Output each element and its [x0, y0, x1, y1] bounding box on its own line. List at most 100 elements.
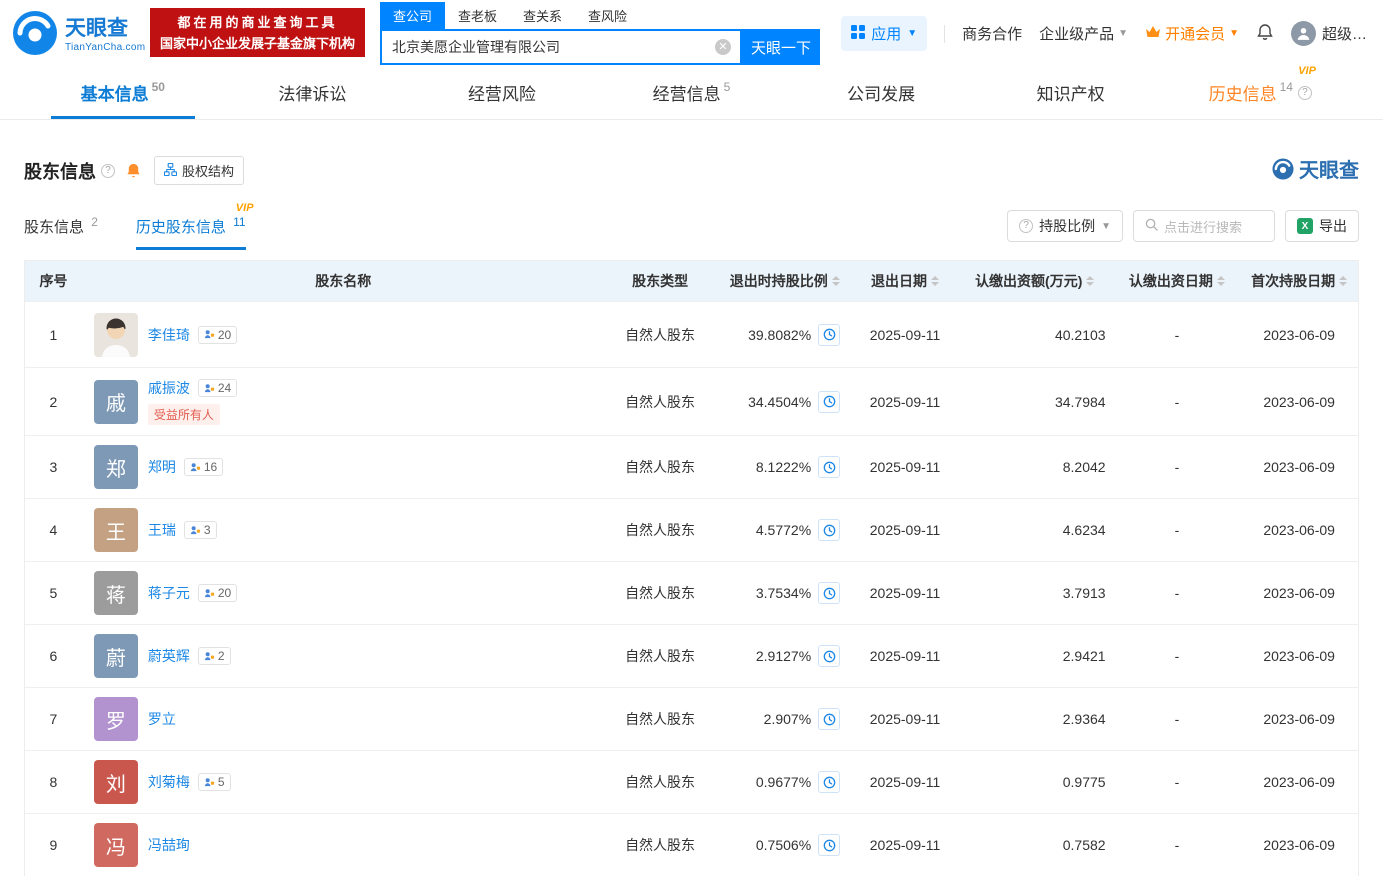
- company-nav-tabs: 基本信息 50 法律诉讼 经营风险 经营信息 5 公司发展 知识产权 历史信息 …: [0, 65, 1383, 120]
- history-clock-icon[interactable]: [818, 771, 841, 793]
- tab-basic-info[interactable]: 基本信息 50: [28, 66, 218, 119]
- history-clock-icon[interactable]: [818, 456, 841, 478]
- history-clock-icon[interactable]: [818, 582, 841, 604]
- tab-operation-info[interactable]: 经营信息 5: [597, 66, 787, 119]
- shareholder-name-link[interactable]: 郑明: [148, 457, 176, 477]
- history-clock-icon[interactable]: [818, 834, 841, 856]
- subscribed-amount: 4.6234: [1062, 522, 1106, 538]
- relation-badge[interactable]: 5: [197, 773, 231, 791]
- table-search-input[interactable]: 点击进行搜索: [1133, 210, 1275, 242]
- subscribed-date: -: [1174, 522, 1180, 538]
- shareholder-name-link[interactable]: 蒋子元: [148, 583, 190, 603]
- subtab-label: 历史股东信息: [135, 219, 226, 236]
- export-button[interactable]: X 导出: [1285, 210, 1359, 242]
- avatar[interactable]: 郑: [93, 445, 138, 489]
- help-icon[interactable]: ?: [1019, 219, 1034, 233]
- user-account-menu[interactable]: 超级…: [1290, 21, 1367, 46]
- history-clock-icon[interactable]: [818, 708, 841, 730]
- table-row: 7 罗 罗立 自然人股东 2.907% 2025-09-11 2.9364 - …: [25, 687, 1358, 750]
- search-tab-risk[interactable]: 查风险: [575, 2, 640, 29]
- history-clock-icon[interactable]: [818, 390, 841, 413]
- search-tab-relation[interactable]: 查关系: [510, 2, 575, 29]
- tab-label: 经营信息: [652, 85, 721, 104]
- avatar[interactable]: 罗: [93, 697, 138, 741]
- avatar[interactable]: 戚: [93, 379, 138, 424]
- help-icon[interactable]: ?: [1297, 85, 1312, 100]
- subtab-history-shareholders[interactable]: 历史股东信息 11 VIP: [135, 202, 254, 250]
- badge-count: 3: [203, 523, 211, 537]
- search-tab-boss[interactable]: 查老板: [445, 2, 510, 29]
- sort-icon[interactable]: [1216, 276, 1225, 286]
- tab-company-development[interactable]: 公司发展: [786, 66, 976, 119]
- history-clock-icon[interactable]: [818, 519, 841, 541]
- sort-icon[interactable]: [931, 276, 940, 286]
- shareholder-cell: 戚 戚振波 24 受益所有人: [82, 378, 605, 425]
- relation-badge[interactable]: 20: [197, 325, 238, 344]
- avatar-photo[interactable]: [93, 312, 138, 357]
- monitor-bell-icon[interactable]: [125, 162, 142, 179]
- shareholder-name-link[interactable]: 李佳琦: [148, 325, 190, 345]
- col-header-paid-date: 认缴出资日期: [1114, 271, 1241, 291]
- subtab-current-shareholders[interactable]: 股东信息 2: [24, 215, 98, 250]
- sort-icon[interactable]: [1339, 276, 1348, 286]
- relation-badge[interactable]: 16: [183, 458, 224, 476]
- notification-bell-icon[interactable]: [1256, 23, 1274, 45]
- exit-date: 2025-09-11: [869, 585, 941, 601]
- sort-icon[interactable]: [1086, 276, 1095, 286]
- shareholder-name-link[interactable]: 戚振波: [148, 378, 190, 398]
- sort-icon[interactable]: [831, 276, 840, 286]
- enterprise-products-menu[interactable]: 企业级产品 ▼: [1039, 23, 1128, 44]
- row-index: 2: [49, 393, 58, 410]
- relation-badge[interactable]: 2: [197, 647, 231, 665]
- tab-legal-litigation[interactable]: 法律诉讼: [218, 66, 408, 119]
- tab-history-info[interactable]: 历史信息 14 VIP ?: [1165, 65, 1355, 119]
- help-icon[interactable]: ?: [101, 163, 115, 178]
- apps-menu[interactable]: 应用 ▼: [841, 16, 928, 51]
- relation-badge[interactable]: 24: [197, 379, 238, 397]
- tianyancha-logo[interactable]: 天眼查 TianYanCha.com: [12, 10, 145, 61]
- business-coop-link[interactable]: 商务合作: [962, 23, 1022, 44]
- avatar[interactable]: 蒋: [93, 571, 138, 615]
- shareholder-name-link[interactable]: 罗立: [148, 709, 176, 729]
- tab-intellectual-property[interactable]: 知识产权: [976, 66, 1166, 119]
- shareholder-type: 自然人股东: [625, 837, 696, 853]
- open-vip-menu[interactable]: 开通会员 ▼: [1145, 23, 1239, 44]
- exit-ratio: 4.5772%: [755, 522, 812, 538]
- subtab-label: 股东信息: [24, 219, 85, 236]
- shareholder-name-link[interactable]: 王瑞: [148, 520, 176, 540]
- badge-count: 20: [217, 586, 232, 600]
- chevron-down-icon: ▼: [1118, 28, 1129, 39]
- tab-operation-risk[interactable]: 经营风险: [407, 66, 597, 119]
- avatar[interactable]: 刘: [93, 760, 138, 804]
- search-button[interactable]: 天眼一下: [742, 29, 820, 65]
- shareholder-name-link[interactable]: 刘菊梅: [148, 772, 190, 792]
- shareholder-type: 自然人股东: [625, 774, 696, 790]
- history-clock-icon[interactable]: [818, 645, 841, 667]
- section-title: 股东信息: [24, 161, 96, 182]
- relation-badge[interactable]: 3: [183, 521, 217, 539]
- search-input[interactable]: [382, 31, 740, 63]
- exit-date: 2025-09-11: [869, 393, 941, 410]
- col-header-name: 股东名称: [315, 273, 372, 289]
- shareholder-name-link[interactable]: 蔚英辉: [148, 646, 190, 666]
- equity-structure-button[interactable]: 股权结构: [154, 156, 245, 185]
- first-holding-date: 2023-06-09: [1263, 837, 1335, 853]
- relation-badge[interactable]: 20: [197, 584, 238, 602]
- col-header-exit-date: 退出日期: [854, 271, 956, 291]
- shareholder-cell: 李佳琦 20: [82, 312, 605, 357]
- row-index: 6: [49, 648, 58, 664]
- clear-search-icon[interactable]: ✕: [715, 39, 731, 55]
- ratio-filter-dropdown[interactable]: ? 持股比例 ▼: [1007, 210, 1123, 242]
- chevron-down-icon: ▼: [907, 28, 918, 39]
- history-clock-icon[interactable]: [818, 323, 841, 346]
- shareholder-name-link[interactable]: 冯喆珣: [148, 835, 190, 855]
- tab-label: 基本信息: [80, 85, 149, 104]
- shareholder-type: 自然人股东: [625, 648, 696, 664]
- search-tab-company[interactable]: 查公司: [380, 2, 446, 29]
- table-row: 2 戚 戚振波 24 受益所有人 自然人股东 34.4504% 2025-09-…: [25, 367, 1358, 435]
- avatar[interactable]: 王: [93, 508, 138, 552]
- avatar[interactable]: 冯: [93, 823, 138, 867]
- exit-ratio: 0.9677%: [755, 774, 812, 790]
- avatar[interactable]: 蔚: [93, 634, 138, 678]
- exit-date: 2025-09-11: [869, 837, 941, 853]
